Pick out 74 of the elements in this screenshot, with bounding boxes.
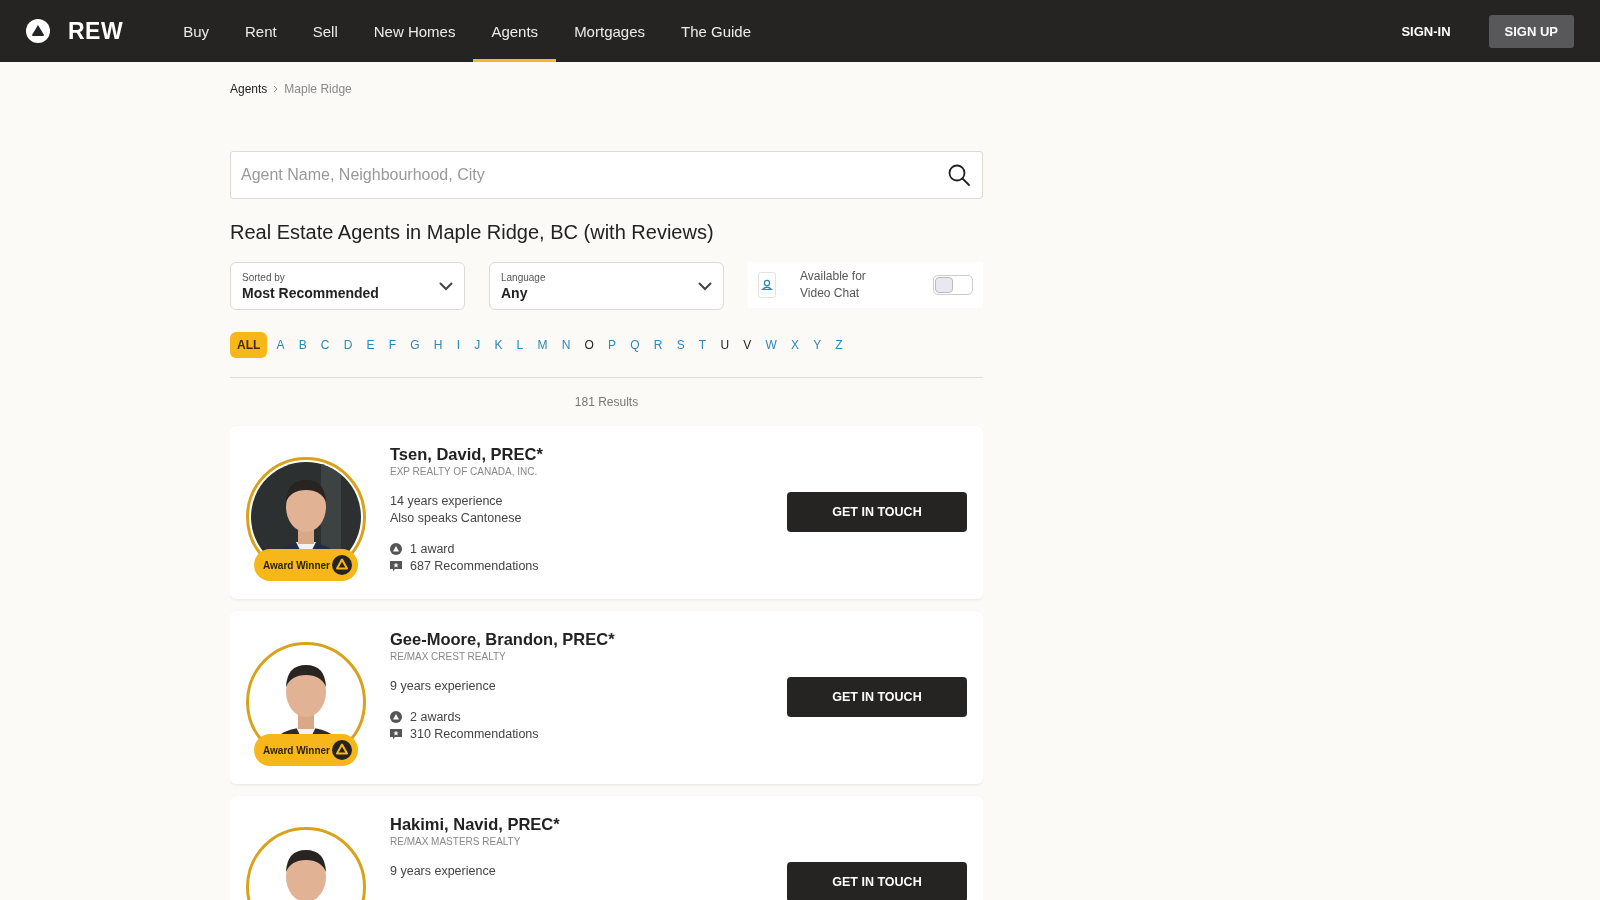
sign-in-link[interactable]: SIGN-IN — [1395, 22, 1457, 40]
speech-bubble-icon — [390, 560, 402, 572]
results-count: 181 Results — [573, 395, 640, 409]
award-icon — [390, 543, 402, 555]
agent-detail: 9 years experience — [390, 678, 497, 695]
letter-filter[interactable]: M — [530, 334, 555, 356]
search-icon — [947, 163, 971, 187]
logo-icon — [332, 555, 352, 575]
logo-icon — [26, 19, 50, 43]
video-chat-label: Available for Video Chat — [800, 268, 867, 302]
award-icon — [390, 711, 402, 723]
letter-filter[interactable]: W — [758, 334, 784, 356]
chevron-right-icon — [273, 85, 279, 93]
letter-filter[interactable]: N — [554, 334, 578, 356]
language-dropdown[interactable]: Language Any — [489, 262, 724, 310]
letter-filter[interactable]: F — [381, 334, 404, 356]
agent-name[interactable]: Tsen, David, PREC* — [390, 445, 787, 464]
speech-bubble-icon — [390, 728, 402, 740]
letter-filter[interactable]: H — [426, 334, 450, 356]
brokerage-name: RE/MAX CREST REALTY — [390, 651, 507, 662]
nav-tab[interactable]: Buy — [165, 0, 228, 62]
nav-tab[interactable]: Rent — [227, 0, 295, 62]
letter-filter[interactable]: S — [669, 334, 692, 356]
agent-name[interactable]: Gee-Moore, Brandon, PREC* — [390, 630, 787, 649]
breadcrumb-link[interactable]: Maple Ridge — [284, 82, 352, 96]
letter-filter[interactable]: Q — [623, 334, 647, 356]
letter-filter[interactable]: I — [449, 334, 468, 356]
nav-tab[interactable]: New Homes — [355, 0, 474, 62]
get-in-touch-button[interactable]: GET IN TOUCH — [787, 862, 967, 900]
letter-filter[interactable]: K — [487, 334, 510, 356]
sort-dropdown[interactable]: Sorted by Most Recommended — [230, 262, 465, 310]
letter-filter[interactable]: J — [467, 334, 488, 356]
letter-filter[interactable]: G — [403, 334, 427, 356]
logo-icon — [332, 740, 352, 760]
nav-tab[interactable]: Mortgages — [556, 0, 663, 62]
awards-count: 1 award — [410, 542, 455, 556]
chevron-down-icon — [698, 281, 712, 291]
logo-wordmark[interactable]: REW — [68, 17, 124, 45]
letter-filter[interactable]: P — [600, 334, 624, 356]
letter-filter[interactable]: B — [291, 334, 314, 356]
letter-filter[interactable]: R — [646, 334, 670, 356]
get-in-touch-button[interactable]: GET IN TOUCH — [787, 677, 967, 717]
nav-tab[interactable]: Sell — [294, 0, 356, 62]
letter-filter[interactable]: C — [313, 334, 337, 356]
nav-tab[interactable]: The Guide — [663, 0, 770, 62]
agent-detail: 9 years experience — [390, 863, 497, 880]
search-field[interactable]: Agent Name, Neighbourhood, City — [230, 151, 983, 199]
agent-name[interactable]: Hakimi, Navid, PREC* — [390, 815, 787, 834]
recommendations-count: 310 Recommendations — [410, 727, 539, 741]
agent-detail: 14 years experience — [390, 493, 504, 510]
award-winner-badge: Award Winner — [254, 549, 358, 581]
recommendations-count: 687 Recommendations — [410, 559, 539, 573]
award-winner-badge: Award Winner — [254, 734, 358, 766]
letter-filter[interactable]: L — [509, 334, 531, 356]
brokerage-name: RE/MAX MASTERS REALTY — [390, 836, 522, 847]
breadcrumb-link[interactable]: Agents — [230, 82, 268, 96]
letter-filter[interactable]: A — [269, 334, 292, 356]
awards-count: 2 awards — [410, 710, 461, 724]
letter-filter[interactable]: E — [359, 334, 382, 356]
nav-tab[interactable]: Agents — [473, 0, 557, 62]
get-in-touch-button[interactable]: GET IN TOUCH — [787, 492, 967, 532]
chevron-down-icon — [439, 281, 453, 291]
letter-filter[interactable]: ALL — [230, 332, 268, 358]
letter-filter[interactable]: D — [336, 334, 360, 356]
letter-filter[interactable]: Z — [828, 334, 850, 356]
person-icon — [758, 272, 776, 298]
brokerage-name: EXP REALTY OF CANADA, INC. — [390, 466, 539, 477]
video-chat-toggle[interactable] — [933, 275, 973, 295]
letter-filter[interactable]: T — [691, 334, 714, 356]
agent-detail: Also speaks Cantonese — [390, 510, 523, 527]
page-heading: Real Estate Agents in Maple Ridge, BC (with Reviews) — [230, 221, 715, 244]
sign-up-button[interactable]: SIGN UP — [1488, 14, 1574, 48]
letter-filter[interactable]: X — [783, 334, 807, 356]
letter-filter[interactable]: Y — [806, 334, 829, 356]
